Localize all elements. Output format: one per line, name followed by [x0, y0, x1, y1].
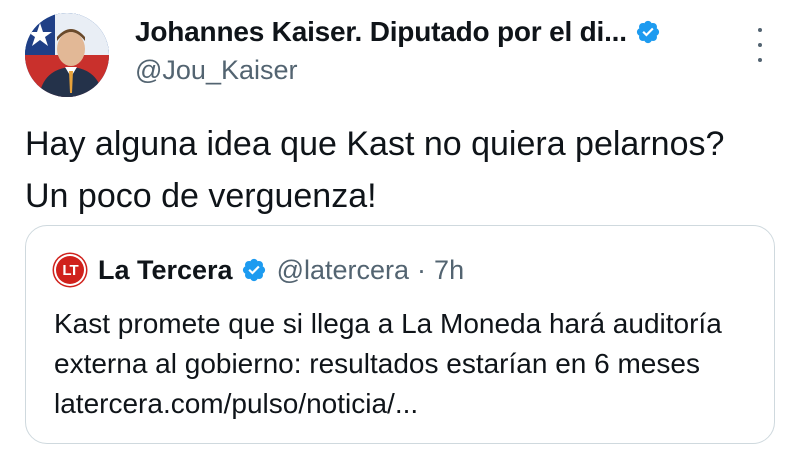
- author-handle[interactable]: @Jou_Kaiser: [135, 55, 298, 86]
- author-display-name[interactable]: Johannes Kaiser. Diputado por el di...: [135, 16, 627, 48]
- verified-badge-icon: [636, 20, 659, 44]
- tweet-text: Hay alguna idea que Kast no quiera pelar…: [25, 125, 725, 215]
- quoted-display-name: La Tercera: [98, 254, 233, 285]
- verified-badge-icon: [242, 258, 265, 282]
- quoted-tweet-text: Kast promete que si llega a La Moneda ha…: [54, 308, 722, 419]
- avatar[interactable]: [25, 13, 109, 97]
- quoted-handle: @latercera: [276, 254, 410, 285]
- more-dot: [758, 58, 762, 62]
- quoted-tweet-header: LT La Tercera @latercera · 7h: [54, 254, 464, 286]
- author-name-row: Johannes Kaiser. Diputado por el di...: [135, 16, 661, 48]
- more-dot: [758, 43, 762, 47]
- la-tercera-logo: LT: [54, 254, 86, 286]
- quoted-tweet-card[interactable]: LT La Tercera @latercera · 7h Kast prome…: [25, 225, 775, 444]
- more-dot: [758, 28, 762, 32]
- more-options-icon[interactable]: [748, 28, 772, 62]
- quoted-timestamp: 7h: [434, 254, 465, 285]
- separator-dot: ·: [417, 254, 427, 285]
